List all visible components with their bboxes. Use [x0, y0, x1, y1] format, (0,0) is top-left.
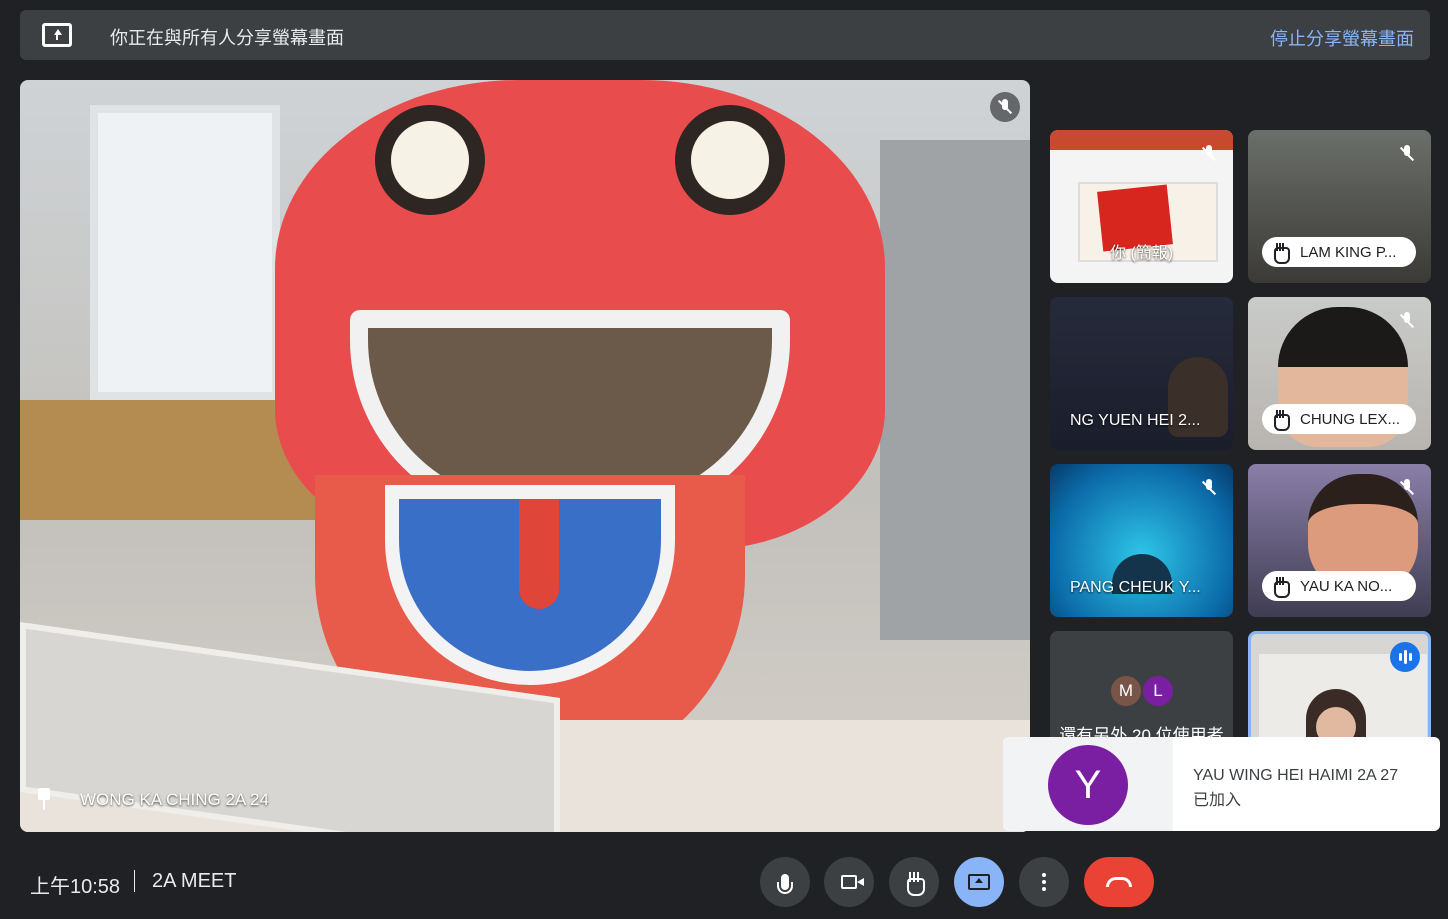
participant-name: PANG CHEUK Y...: [1070, 579, 1201, 596]
more-options-button[interactable]: [1019, 857, 1069, 907]
stop-sharing-button[interactable]: 停止分享螢幕畫面: [1270, 25, 1414, 51]
mic-off-icon: [1397, 478, 1417, 498]
participant-tile[interactable]: CHUNG LEX...: [1248, 297, 1431, 450]
microphone-button[interactable]: [760, 857, 810, 907]
participant-name: NG YUEN HEI 2...: [1070, 412, 1201, 429]
participant-tile[interactable]: YAU KA NO...: [1248, 464, 1431, 617]
participant-name: CHUNG LEX...: [1300, 410, 1401, 428]
pinned-video-tile[interactable]: WONG KA CHING 2A 24: [20, 80, 1030, 832]
present-screen-icon: [42, 23, 72, 47]
present-screen-button[interactable]: [954, 857, 1004, 907]
avatar: M: [1109, 674, 1143, 708]
participant-joined-toast: Y YAU WING HEI HAIMI 2A 27 已加入: [1003, 737, 1440, 831]
speaking-indicator-icon: [1390, 642, 1420, 672]
mic-off-icon: [1397, 311, 1417, 331]
raised-hand-icon: [1272, 577, 1290, 598]
raise-hand-button[interactable]: [889, 857, 939, 907]
participant-tile[interactable]: PANG CHEUK Y...: [1050, 464, 1233, 617]
hang-up-icon: [1106, 877, 1132, 887]
mic-off-icon: [990, 92, 1020, 122]
lion-tongue: [519, 499, 559, 609]
divider: [134, 870, 135, 892]
raised-hand-chip: YAU KA NO...: [1262, 571, 1416, 601]
joined-participant-name: YAU WING HEI HAIMI 2A 27: [1193, 767, 1399, 784]
avatar: L: [1141, 674, 1175, 708]
participant-name: LAM KING P...: [1300, 243, 1397, 261]
meeting-time: 上午10:58: [30, 876, 121, 898]
participant-tile[interactable]: NG YUEN HEI 2...: [1050, 297, 1233, 450]
toast-avatar-area: Y: [1003, 737, 1173, 831]
raise-hand-icon: [905, 872, 925, 896]
screen-share-status: 你正在與所有人分享螢幕畫面: [110, 28, 344, 48]
raised-hand-icon: [1272, 410, 1290, 431]
mic-off-icon: [1199, 478, 1219, 498]
participant-name: YAU KA NO...: [1300, 577, 1393, 595]
participant-tile[interactable]: LAM KING P...: [1248, 130, 1431, 283]
participant-tile-self[interactable]: 你 (簡報): [1050, 130, 1233, 283]
meeting-name: 2A MEET: [152, 870, 237, 892]
lion-jaw-inner: [385, 485, 675, 685]
raised-hand-icon: [1272, 243, 1290, 264]
avatar: Y: [1048, 745, 1128, 825]
pin-icon[interactable]: [36, 788, 52, 810]
microphone-icon: [777, 874, 793, 894]
mic-off-icon: [1397, 144, 1417, 164]
camera-icon: [841, 875, 864, 889]
video-background-window: [90, 105, 280, 400]
participant-name: 你 (簡報): [1110, 245, 1174, 262]
toast-message: YAU WING HEI HAIMI 2A 27 已加入: [1193, 763, 1398, 813]
more-options-icon: [1042, 880, 1046, 884]
lion-eye-right: [675, 105, 785, 215]
raised-hand-chip: CHUNG LEX...: [1262, 404, 1416, 434]
camera-button[interactable]: [824, 857, 874, 907]
lion-eye-left: [375, 105, 485, 215]
video-background-wall: [880, 140, 1030, 640]
mic-off-icon: [1199, 144, 1219, 164]
screen-share-banner: 你正在與所有人分享螢幕畫面 停止分享螢幕畫面: [20, 10, 1430, 60]
present-screen-icon: [968, 874, 990, 890]
participant-name: WONG KA CHING 2A 24: [80, 790, 269, 809]
joined-status: 已加入: [1193, 792, 1242, 809]
leave-call-button[interactable]: [1084, 857, 1154, 907]
raised-hand-chip: LAM KING P...: [1262, 237, 1416, 267]
